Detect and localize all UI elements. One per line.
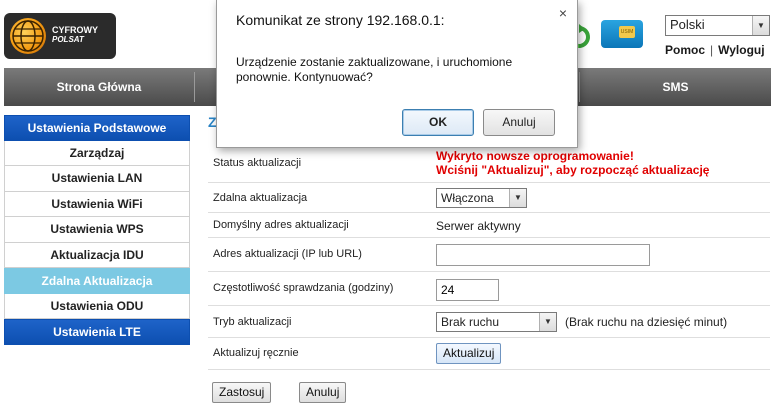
sidebar: Ustawienia Podstawowe Zarządzaj Ustawien… <box>4 115 190 345</box>
frequency-row: Częstotliwość sprawdzania (godziny) <box>208 272 770 306</box>
top-links: Pomoc | Wyloguj <box>665 43 765 57</box>
link-separator: | <box>710 43 714 57</box>
address-label: Adres aktualizacji (IP lub URL) <box>213 248 362 260</box>
default-address-row: Domyślny adres aktualizacji Serwer aktyw… <box>208 213 770 238</box>
cyfrowy-polsat-logo: CYFROWY POLSAT <box>4 13 116 59</box>
update-mode-label: Tryb aktualizacji <box>213 316 292 328</box>
sidebar-item-wifi[interactable]: Ustawienia WiFi <box>4 191 190 217</box>
status-row: Status aktualizacji Wykryto nowsze oprog… <box>208 148 770 183</box>
chevron-down-icon: ▼ <box>752 16 769 35</box>
dialog-ok-button[interactable]: OK <box>402 109 474 136</box>
update-now-button[interactable]: Aktualizuj <box>436 343 502 364</box>
status-line1: Wykryto nowsze oprogramowanie! <box>436 149 634 163</box>
logo-text-line1: CYFROWY <box>52 25 98 35</box>
update-mode-value: Brak ruchu <box>441 315 500 329</box>
manual-update-row: Aktualizuj ręcznie Aktualizuj <box>208 338 770 370</box>
help-link[interactable]: Pomoc <box>665 43 705 57</box>
nav-item-home[interactable]: Strona Główna <box>4 68 194 106</box>
close-icon[interactable]: × <box>559 5 567 21</box>
status-message: Wykryto nowsze oprogramowanie! Wciśnij "… <box>436 149 709 177</box>
logo-text-line2: POLSAT <box>52 35 84 44</box>
dialog-title: Komunikat ze strony 192.168.0.1: <box>236 12 445 28</box>
default-address-label: Domyślny adres aktualizacji <box>213 219 349 231</box>
remote-update-label: Zdalna aktualizacja <box>213 192 308 204</box>
cancel-button[interactable]: Anuluj <box>299 382 347 403</box>
sidebar-item-lan[interactable]: Ustawienia LAN <box>4 166 190 192</box>
remote-update-row: Zdalna aktualizacja Włączona ▼ <box>208 183 770 213</box>
dialog-cancel-button[interactable]: Anuluj <box>483 109 555 136</box>
logout-link[interactable]: Wyloguj <box>718 43 764 57</box>
dialog-message: Urządzenie zostanie zaktualizowane, i ur… <box>236 55 513 84</box>
sidebar-item-idu-update[interactable]: Aktualizacja IDU <box>4 242 190 268</box>
sidebar-item-wps[interactable]: Ustawienia WPS <box>4 217 190 243</box>
remote-update-form: Status aktualizacji Wykryto nowsze oprog… <box>208 148 770 370</box>
address-input[interactable] <box>436 244 650 266</box>
manual-update-label: Aktualizuj ręcznie <box>213 347 299 359</box>
sidebar-item-basic-settings[interactable]: Ustawienia Podstawowe <box>4 115 190 141</box>
sim-card-icon: USIM <box>601 20 643 48</box>
status-line2: Wciśnij "Aktualizuj", aby rozpocząć aktu… <box>436 163 710 177</box>
nav-item-sms[interactable]: SMS <box>580 68 771 106</box>
globe-icon <box>10 18 46 54</box>
confirm-dialog: Komunikat ze strony 192.168.0.1: × Urząd… <box>216 0 578 148</box>
update-mode-select[interactable]: Brak ruchu ▼ <box>436 312 557 332</box>
sidebar-item-lte[interactable]: Ustawienia LTE <box>4 319 190 345</box>
remote-update-value: Włączona <box>441 191 494 205</box>
sidebar-item-remote-update[interactable]: Zdalna Aktualizacja <box>4 268 190 294</box>
apply-button[interactable]: Zastosuj <box>212 382 272 403</box>
chevron-down-icon: ▼ <box>539 313 556 331</box>
frequency-label: Częstotliwość sprawdzania (godziny) <box>213 282 394 294</box>
status-label: Status aktualizacji <box>213 157 302 169</box>
sidebar-item-manage[interactable]: Zarządzaj <box>4 140 190 166</box>
language-value: Polski <box>670 17 705 32</box>
default-address-value: Serwer aktywny <box>436 219 521 233</box>
update-mode-note: (Brak ruchu na dziesięć minut) <box>565 315 728 329</box>
sidebar-item-odu[interactable]: Ustawienia ODU <box>4 293 190 319</box>
language-select[interactable]: Polski ▼ <box>665 15 770 36</box>
address-row: Adres aktualizacji (IP lub URL) <box>208 238 770 272</box>
remote-update-select[interactable]: Włączona ▼ <box>436 188 527 208</box>
chevron-down-icon: ▼ <box>509 189 526 207</box>
update-mode-row: Tryb aktualizacji Brak ruchu ▼ (Brak ruc… <box>208 306 770 338</box>
frequency-input[interactable] <box>436 279 499 301</box>
sim-label: USIM <box>619 26 635 38</box>
